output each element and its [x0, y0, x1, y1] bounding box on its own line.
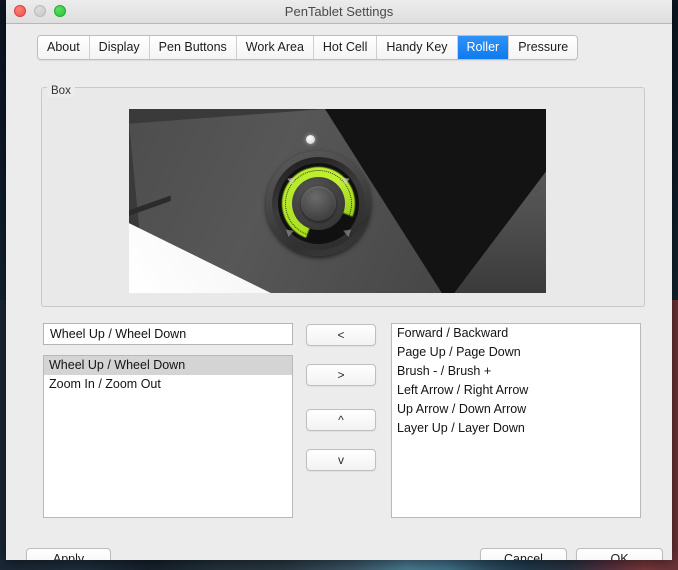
list-item[interactable]: Brush - / Brush + [392, 362, 640, 381]
move-left-button[interactable]: < [306, 324, 376, 346]
list-item[interactable]: Left Arrow / Right Arrow [392, 381, 640, 400]
tab-display[interactable]: Display [89, 36, 150, 59]
available-functions-list[interactable]: Forward / Backward Page Up / Page Down B… [391, 323, 641, 518]
box-groupbox-label: Box [47, 85, 75, 97]
window-titlebar[interactable]: PenTablet Settings [6, 0, 672, 24]
current-function-input[interactable] [43, 323, 293, 345]
roller-device-image [129, 109, 546, 293]
window-title: PenTablet Settings [284, 4, 394, 19]
tab-pen-buttons[interactable]: Pen Buttons [149, 36, 237, 59]
tab-about[interactable]: About [38, 36, 90, 59]
tab-handy-key[interactable]: Handy Key [377, 36, 458, 59]
list-item[interactable]: Zoom In / Zoom Out [44, 375, 292, 394]
move-down-button[interactable]: v [306, 449, 376, 471]
list-item[interactable]: Wheel Up / Wheel Down [44, 356, 292, 375]
apply-button[interactable]: Apply [26, 548, 111, 560]
tab-pressure[interactable]: Pressure [509, 36, 578, 59]
list-item[interactable]: Up Arrow / Down Arrow [392, 400, 640, 419]
assigned-functions-list[interactable]: Wheel Up / Wheel Down Zoom In / Zoom Out [43, 355, 293, 518]
roller-center-button [301, 186, 336, 221]
tab-work-area[interactable]: Work Area [236, 36, 314, 59]
cancel-button[interactable]: Cancel [480, 548, 567, 560]
roller-wheel-graphic [266, 151, 371, 256]
list-item[interactable]: Forward / Backward [392, 324, 640, 343]
device-led-indicator-icon [306, 135, 315, 144]
tab-hot-cell[interactable]: Hot Cell [313, 36, 378, 59]
pentablet-settings-window: PenTablet Settings About Display Pen But… [6, 0, 672, 560]
tab-roller[interactable]: Roller [457, 36, 510, 59]
tab-bar: About Display Pen Buttons Work Area Hot … [37, 35, 579, 60]
list-item[interactable]: Layer Up / Layer Down [392, 419, 640, 438]
list-item[interactable]: Page Up / Page Down [392, 343, 640, 362]
window-content: About Display Pen Buttons Work Area Hot … [6, 24, 672, 560]
move-right-button[interactable]: > [306, 364, 376, 386]
ok-button[interactable]: OK [576, 548, 663, 560]
move-up-button[interactable]: ^ [306, 409, 376, 431]
